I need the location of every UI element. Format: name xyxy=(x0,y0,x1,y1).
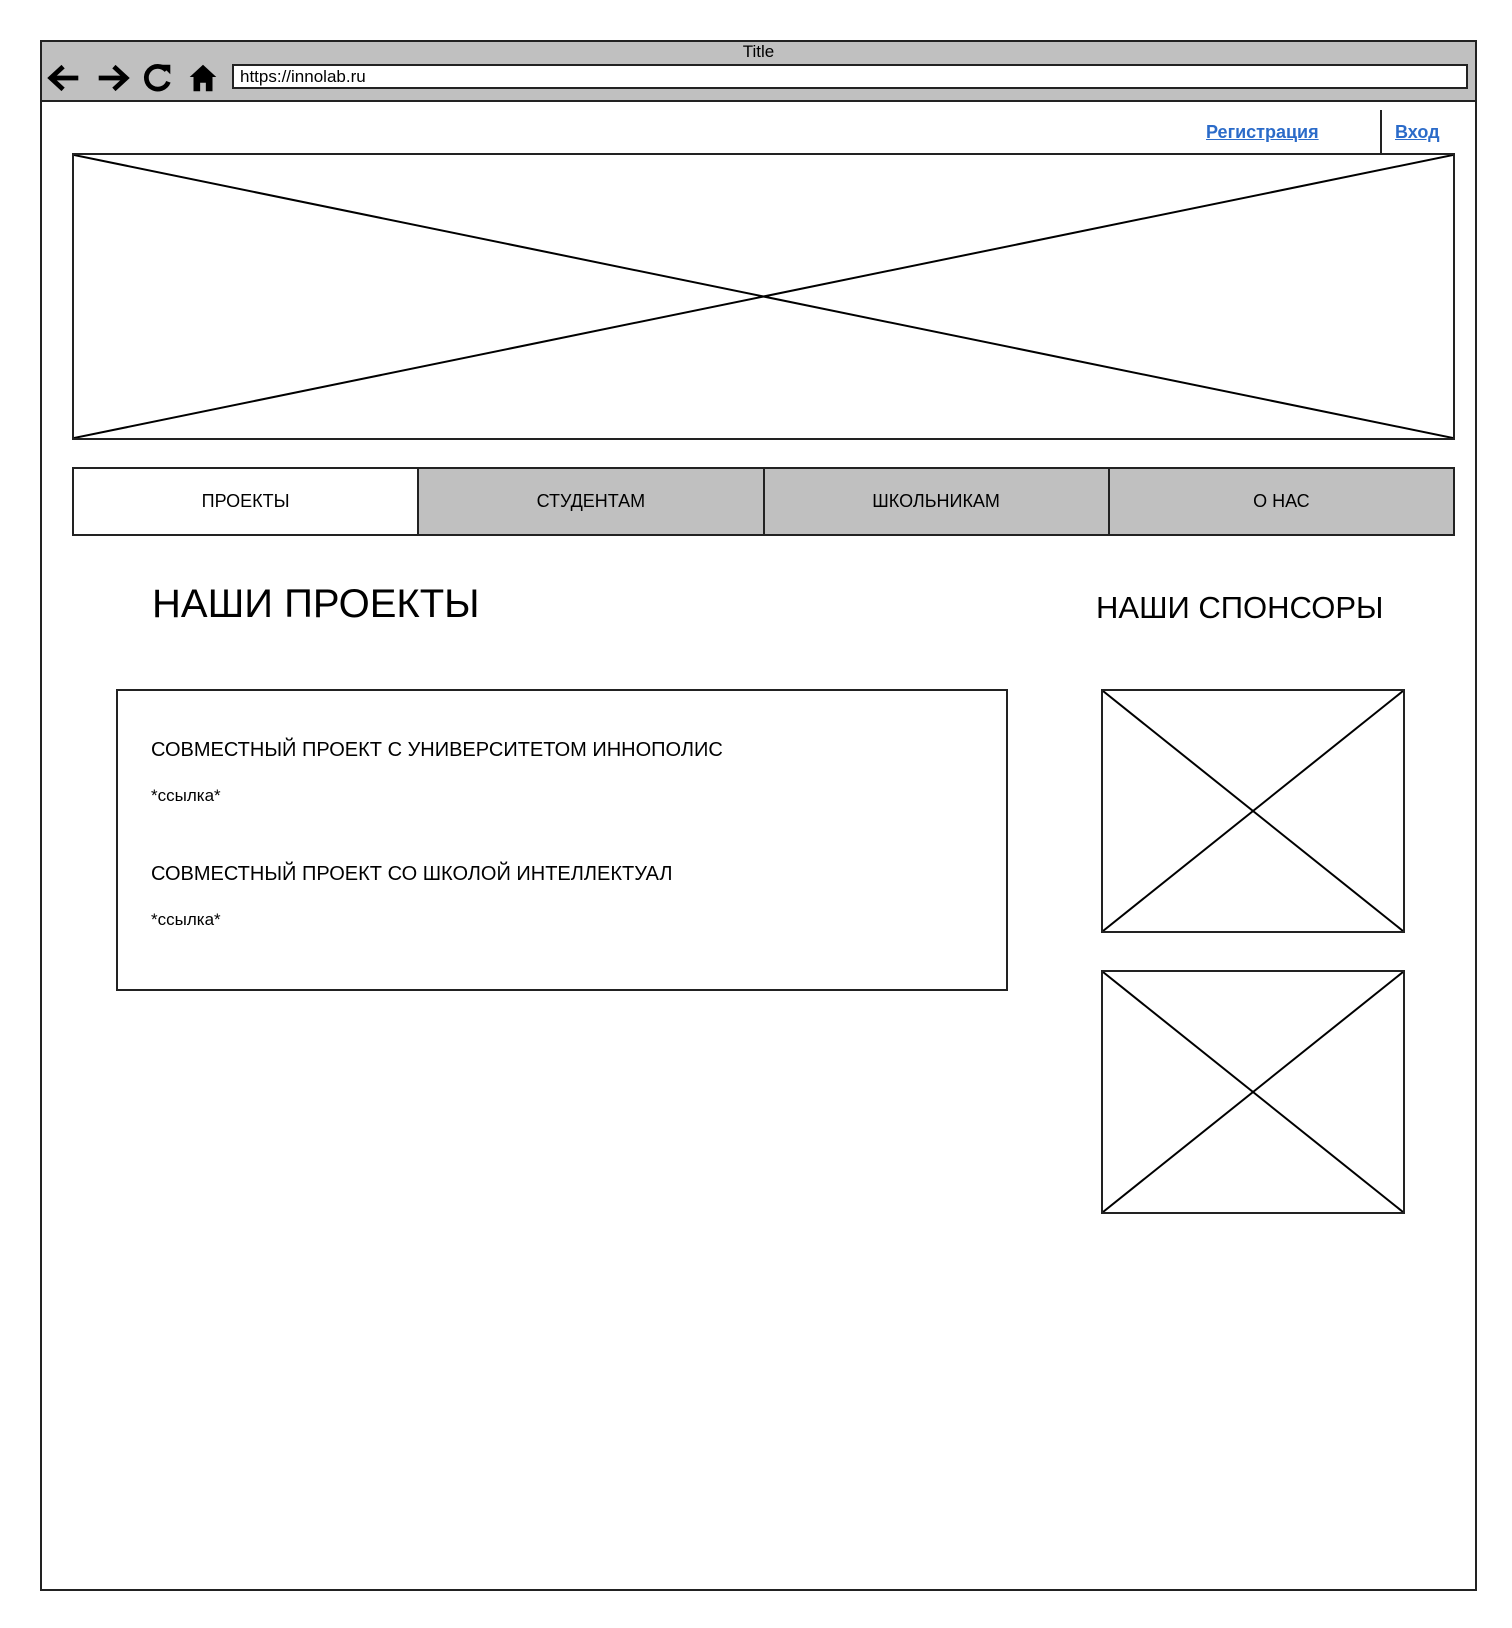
main-nav-tabs: ПРОЕКТЫ СТУДЕНТАМ ШКОЛЬНИКАМ О НАС xyxy=(72,467,1455,536)
arrow-right-icon xyxy=(98,64,130,92)
url-input[interactable]: https://innolab.ru xyxy=(232,64,1468,89)
window-title: Title xyxy=(742,42,775,61)
reload-button[interactable] xyxy=(138,59,176,97)
auth-links: Регистрация Вход xyxy=(42,110,1475,156)
sponsors-heading: НАШИ СПОНСОРЫ xyxy=(1096,590,1384,625)
tab-students[interactable]: СТУДЕНТАМ xyxy=(417,469,763,534)
sponsor-logo-placeholder xyxy=(1101,970,1405,1214)
register-link[interactable]: Регистрация xyxy=(1206,122,1319,143)
project-title: СОВМЕСТНЫЙ ПРОЕКТ С УНИВЕРСИТЕТОМ ИННОПО… xyxy=(151,739,723,761)
placeholder-cross-icon xyxy=(74,155,1453,438)
login-link[interactable]: Вход xyxy=(1395,122,1440,143)
browser-window: Title https://innolab.ru Регистрация Вхо… xyxy=(40,40,1477,1591)
projects-heading: НАШИ ПРОЕКТЫ xyxy=(152,582,480,626)
back-button[interactable] xyxy=(46,59,84,97)
project-title: СОВМЕСТНЫЙ ПРОЕКТ СО ШКОЛОЙ ИНТЕЛЛЕКТУАЛ xyxy=(151,863,673,885)
hero-image-placeholder xyxy=(72,153,1455,440)
projects-list: СОВМЕСТНЫЙ ПРОЕКТ С УНИВЕРСИТЕТОМ ИННОПО… xyxy=(116,689,1008,991)
tab-projects[interactable]: ПРОЕКТЫ xyxy=(74,469,418,534)
tab-about[interactable]: О НАС xyxy=(1107,469,1453,534)
browser-chrome: Title https://innolab.ru xyxy=(42,42,1475,102)
placeholder-cross-icon xyxy=(1103,972,1403,1212)
arrow-left-icon xyxy=(47,64,79,92)
sponsor-logo-placeholder xyxy=(1101,689,1405,933)
auth-divider xyxy=(1380,110,1382,158)
tab-schoolchildren[interactable]: ШКОЛЬНИКАМ xyxy=(762,469,1108,534)
placeholder-cross-icon xyxy=(1103,691,1403,931)
project-link[interactable]: *ссылка* xyxy=(151,910,221,930)
home-button[interactable] xyxy=(184,59,222,97)
reload-icon xyxy=(144,63,171,92)
home-icon xyxy=(189,64,217,92)
project-link[interactable]: *ссылка* xyxy=(151,786,221,806)
forward-button[interactable] xyxy=(93,59,131,97)
